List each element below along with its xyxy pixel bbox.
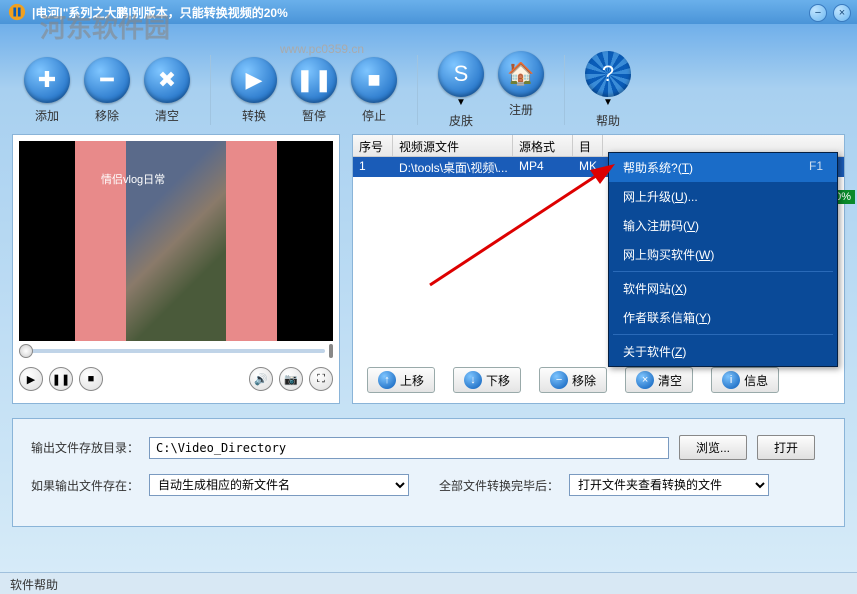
pause-icon: ❚❚: [291, 57, 337, 103]
arrow-down-icon: ↓: [464, 371, 482, 389]
add-button[interactable]: ✚添加: [20, 55, 74, 126]
close-button[interactable]: ×: [833, 4, 851, 22]
x-icon: ✖: [144, 57, 190, 103]
app-logo-icon: [8, 3, 26, 21]
list-remove-button[interactable]: −移除: [539, 367, 607, 393]
player-volume-button[interactable]: 🔊: [249, 367, 273, 391]
menu-about[interactable]: 关于软件(Z): [609, 337, 837, 366]
after-convert-label: 全部文件转换完毕后：: [439, 477, 559, 494]
statusbar: 软件帮助: [0, 572, 857, 594]
open-button[interactable]: 打开: [757, 435, 815, 460]
help-icon: ?: [585, 51, 631, 97]
help-dropdown-menu: 帮助系统?(T)F1 网上升级(U)... 输入注册码(V) 网上购买软件(W)…: [608, 152, 838, 367]
minus-icon: ━: [84, 57, 130, 103]
if-exists-label: 如果输出文件存在：: [31, 477, 139, 494]
menu-buy-online[interactable]: 网上购买软件(W): [609, 240, 837, 269]
menu-website[interactable]: 软件网站(X): [609, 274, 837, 303]
arrow-up-icon: ↑: [378, 371, 396, 389]
video-title: 情侣vlog日常: [101, 171, 165, 187]
minimize-button[interactable]: −: [809, 4, 827, 22]
col-target[interactable]: 目: [573, 135, 603, 156]
col-source[interactable]: 视频源文件: [393, 135, 513, 156]
help-button[interactable]: ?▼帮助: [581, 49, 635, 131]
menu-separator: [613, 334, 833, 335]
move-up-button[interactable]: ↑上移: [367, 367, 435, 393]
convert-button[interactable]: ▶转换: [227, 55, 281, 126]
menu-contact-author[interactable]: 作者联系信箱(Y): [609, 303, 837, 332]
menu-separator: [613, 271, 833, 272]
remove-button[interactable]: ━移除: [80, 55, 134, 126]
menu-help-system[interactable]: 帮助系统?(T)F1: [609, 153, 837, 182]
menu-enter-regcode[interactable]: 输入注册码(V): [609, 211, 837, 240]
register-button[interactable]: 🏠注册: [494, 49, 548, 131]
preview-panel: 情侣vlog日常 ▶ ❚❚ ■ 🔊 📷 ⛶: [12, 134, 340, 404]
output-settings-panel: 输出文件存放目录： 浏览... 打开 如果输出文件存在： 自动生成相应的新文件名…: [12, 418, 845, 527]
menu-online-update[interactable]: 网上升级(U)...: [609, 182, 837, 211]
output-dir-input[interactable]: [149, 437, 669, 459]
stop-button[interactable]: ■停止: [347, 55, 401, 126]
pause-button[interactable]: ❚❚暂停: [287, 55, 341, 126]
browse-button[interactable]: 浏览...: [679, 435, 747, 460]
clear-button[interactable]: ✖清空: [140, 55, 194, 126]
player-stop-button[interactable]: ■: [79, 367, 103, 391]
move-down-button[interactable]: ↓下移: [453, 367, 521, 393]
info-button[interactable]: i信息: [711, 367, 779, 393]
watermark-text: 河东软件园: [40, 8, 170, 45]
if-exists-select[interactable]: 自动生成相应的新文件名: [149, 474, 409, 496]
info-icon: i: [722, 371, 740, 389]
play-icon: ▶: [231, 57, 277, 103]
skin-button[interactable]: S▼皮肤: [434, 49, 488, 131]
seek-slider[interactable]: [19, 341, 333, 361]
after-convert-select[interactable]: 打开文件夹查看转换的文件: [569, 474, 769, 496]
player-fullscreen-button[interactable]: ⛶: [309, 367, 333, 391]
player-snapshot-button[interactable]: 📷: [279, 367, 303, 391]
col-index[interactable]: 序号: [353, 135, 393, 156]
col-format[interactable]: 源格式: [513, 135, 573, 156]
player-play-button[interactable]: ▶: [19, 367, 43, 391]
player-pause-button[interactable]: ❚❚: [49, 367, 73, 391]
minus-icon: −: [550, 371, 568, 389]
skin-icon: S: [438, 51, 484, 97]
list-clear-button[interactable]: ×清空: [625, 367, 693, 393]
plus-icon: ✚: [24, 57, 70, 103]
watermark-url: www.pc0359.cn: [280, 42, 364, 56]
home-icon: 🏠: [498, 51, 544, 97]
x-icon: ×: [636, 371, 654, 389]
stop-icon: ■: [351, 57, 397, 103]
output-dir-label: 输出文件存放目录：: [31, 439, 139, 456]
video-preview: 情侣vlog日常: [19, 141, 333, 341]
